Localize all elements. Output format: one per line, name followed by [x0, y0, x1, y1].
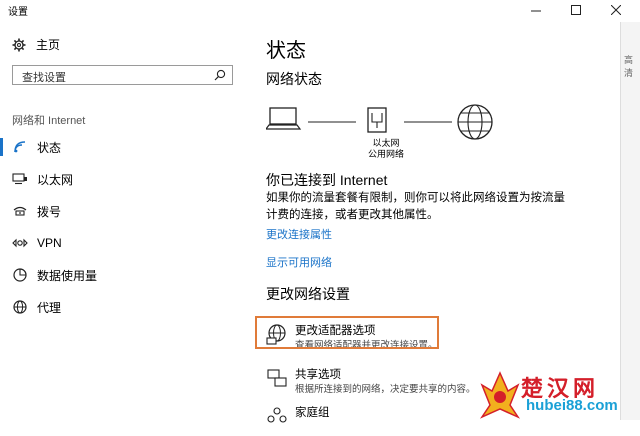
close-button[interactable]	[596, 0, 636, 20]
sidebar-item-vpn[interactable]: VPN	[0, 228, 248, 258]
option-title: 共享选项	[295, 369, 341, 381]
highlight-box	[255, 316, 439, 349]
status-icon	[12, 139, 28, 155]
ethernet-adapter-icon	[367, 107, 387, 133]
search-icon	[214, 69, 226, 81]
globe-icon	[457, 104, 493, 140]
section-title: 网络和 Internet	[12, 115, 86, 127]
right-edge-panel	[620, 22, 640, 420]
page-title: 状态	[266, 40, 306, 62]
home-nav-item[interactable]: 主页	[12, 36, 60, 53]
maximize-icon	[571, 5, 581, 15]
sidebar-item-label: 拨号	[37, 204, 62, 219]
title-bar: 设置	[0, 0, 640, 22]
sidebar-item-status[interactable]: 状态	[0, 132, 248, 162]
data-usage-icon	[12, 267, 28, 283]
home-label: 主页	[36, 38, 61, 52]
window-title: 设置	[8, 7, 28, 18]
search-input[interactable]: 查找设置	[12, 65, 233, 85]
watermark-url: hubei88.com	[526, 397, 618, 414]
sharing-icon	[267, 369, 287, 387]
sidebar-item-ethernet[interactable]: 以太网	[0, 164, 248, 194]
adapter-caption: 以太网 公用网络	[368, 138, 404, 160]
option-title: 家庭组	[295, 407, 330, 419]
ethernet-icon	[12, 171, 28, 187]
maximize-button[interactable]	[556, 0, 596, 20]
connected-heading: 你已连接到 Internet	[266, 172, 388, 188]
search-placeholder: 查找设置	[22, 72, 66, 84]
proxy-icon	[12, 299, 28, 315]
network-status-heading: 网络状态	[266, 71, 322, 87]
edge-text: 高清	[624, 55, 634, 78]
watermark-emblem-icon	[479, 371, 521, 419]
sidebar-item-label: 以太网	[37, 172, 74, 187]
dialup-icon	[12, 203, 28, 219]
sidebar-item-dialup[interactable]: 拨号	[0, 196, 248, 226]
vpn-icon	[12, 235, 28, 251]
sidebar-item-label: 数据使用量	[37, 268, 98, 283]
connected-description: 如果你的流量套餐有限制，则你可以将此网络设置为按流量计费的连接，或者更改其他属性…	[266, 192, 565, 221]
adapter-name: 以太网	[372, 138, 400, 148]
sidebar-item-label: VPN	[37, 236, 62, 250]
computer-icon	[264, 107, 302, 130]
sidebar-item-label: 代理	[37, 300, 62, 315]
sidebar-item-data-usage[interactable]: 数据使用量	[0, 260, 248, 290]
sidebar: 主页 查找设置 网络和 Internet 状态 以太网 拨号 VPN 数据使用量…	[0, 22, 248, 420]
change-settings-heading: 更改网络设置	[266, 286, 350, 302]
change-connection-properties-link[interactable]: 更改连接属性	[266, 226, 332, 242]
homegroup-icon	[267, 407, 287, 423]
gear-icon	[12, 38, 26, 51]
close-icon	[611, 5, 621, 15]
sidebar-item-proxy[interactable]: 代理	[0, 292, 248, 322]
option-subtitle: 根据所连接到的网络，决定要共享的内容。	[295, 384, 476, 395]
active-indicator	[0, 138, 3, 156]
watermark-logo: 楚汉网 hubei88.com	[478, 369, 640, 420]
network-profile: 公用网络	[368, 149, 405, 159]
show-available-networks-link[interactable]: 显示可用网络	[266, 254, 332, 270]
sidebar-item-label: 状态	[37, 140, 62, 155]
main-content: 状态 网络状态 以太网 公用网络 你已连接到 Internet 如果你的流量套餐…	[248, 22, 620, 423]
minimize-button[interactable]	[516, 0, 556, 20]
minimize-icon	[531, 10, 541, 12]
